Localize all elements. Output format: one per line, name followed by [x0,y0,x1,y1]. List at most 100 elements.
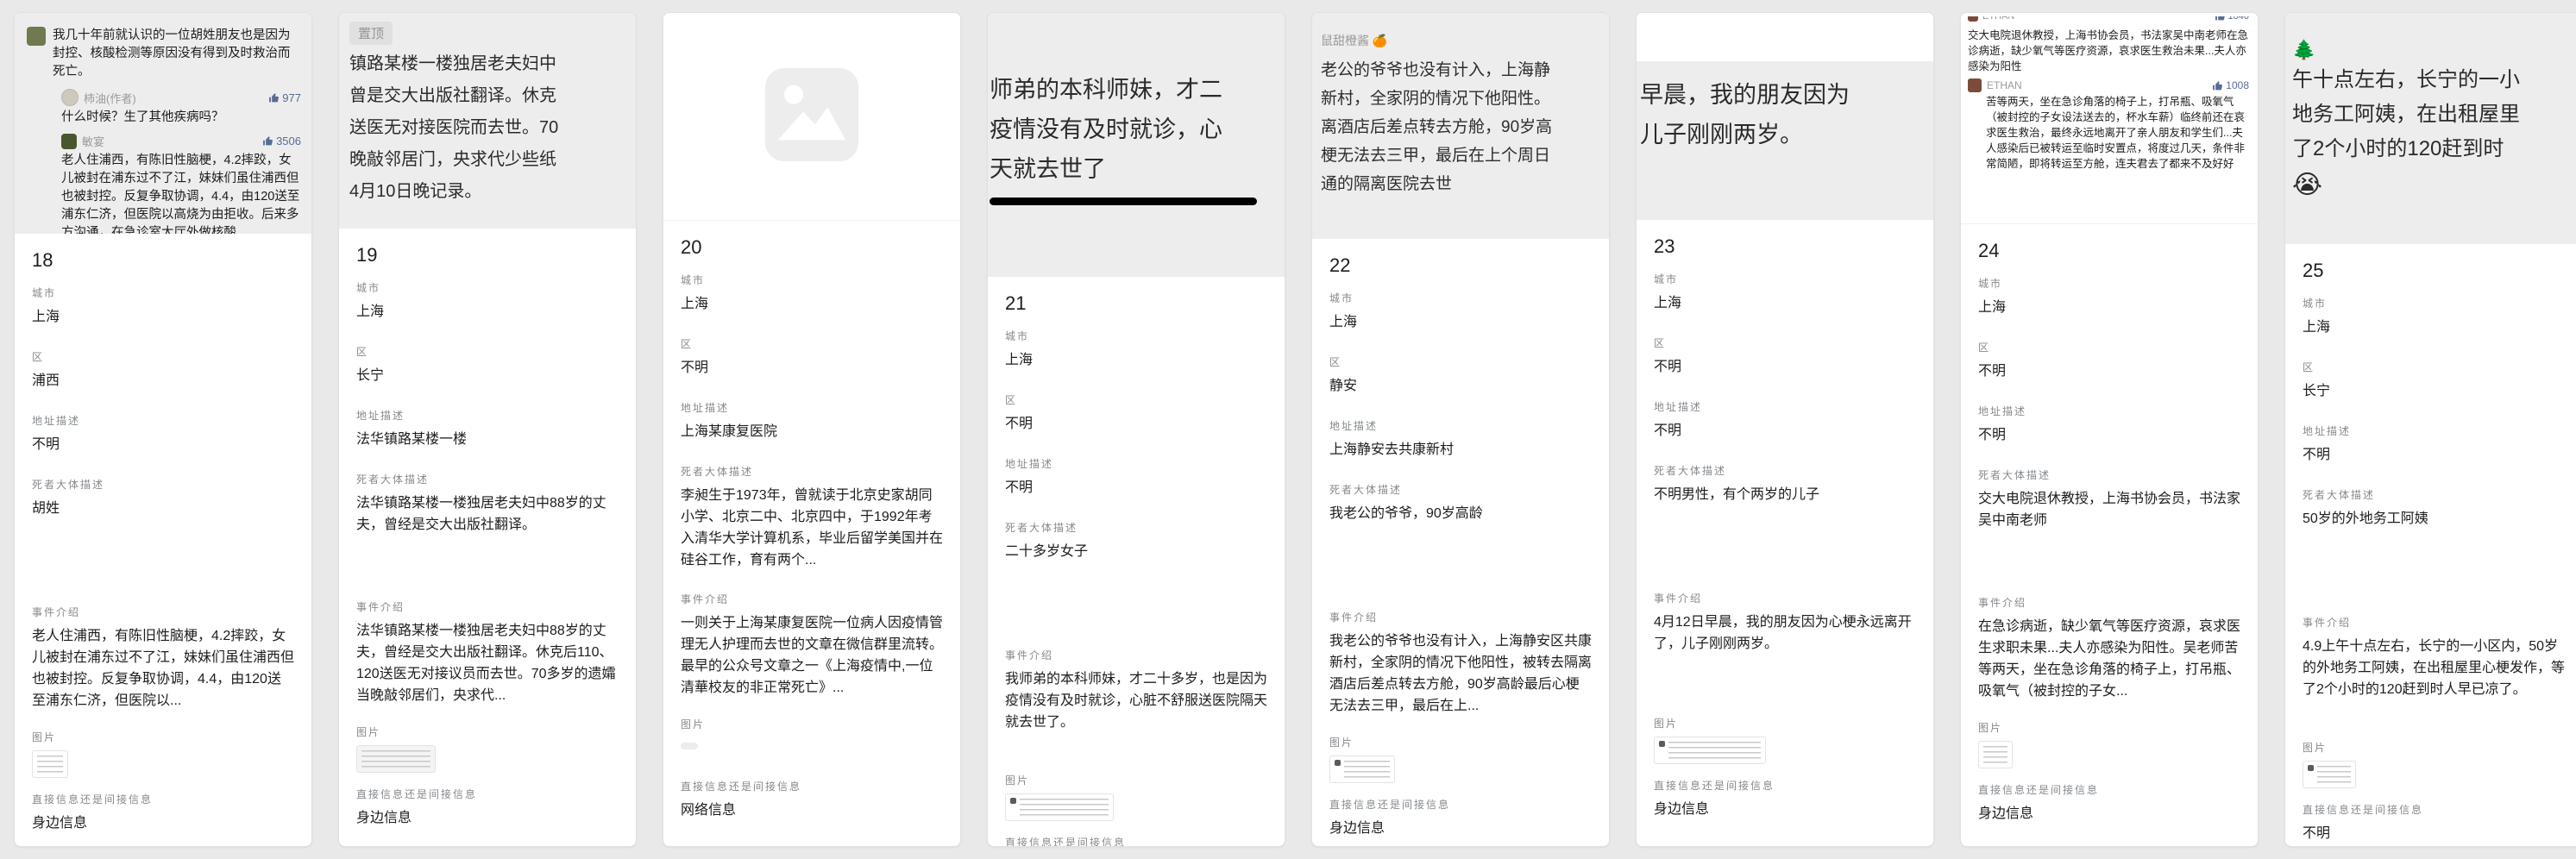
field-value-deceased: 胡姓 [32,498,294,519]
field-label-image: 图片 [1654,716,1916,730]
cover-top-row: ETHAN 1040 [1968,16,2249,22]
reply-author: ETHAN [1987,79,2207,91]
cover-white-band [1637,13,1933,61]
field-event: 事件介绍 法华镇路某楼一楼独居老夫妇中88岁的丈夫，曾经是交大出版社翻译。休克后… [356,599,619,716]
card-number: 20 [681,236,943,259]
attachment-area [1654,737,1916,764]
thumbnail-text-lines [2317,766,2351,784]
attachment-thumbnail[interactable] [2303,761,2356,788]
field-city: 城市 上海 [32,285,294,341]
field-value-district: 不明 [681,357,943,379]
cover-text-line: 曾是交大出版社翻译。休克 [349,80,636,112]
field-label-direct: 直接信息还是间接信息 [681,779,943,793]
field-value-district: 长宁 [2303,380,2565,402]
attachment-thumbnail[interactable] [356,745,436,773]
record-card[interactable]: 师弟的本科师妹，才二疫情没有及时就诊，心天就去世了 21 城市 上海 区 不明 … [987,12,1285,847]
field-label-district: 区 [356,344,619,359]
thumbs-up-icon [2215,16,2226,22]
field-value-direct: 身边信息 [1654,799,1916,820]
field-event: 事件介绍 一则关于上海某康复医院一位病人因疫情管理无人护理而去世的文章在微信群里… [681,592,943,708]
card-number: 22 [1329,254,1592,277]
cover-reply: 柿油(作者) 977什么时候？生了其他疾病吗？ [61,89,301,127]
card-content: 23 城市 上海 区 不明 地址描述 不明 死者大体描述 不明男性，有个两岁的儿… [1637,220,1933,829]
cover-text-line: 儿子刚刚两岁。 [1640,115,1933,154]
field-value-direct: 身边信息 [32,812,294,834]
attachment-area [1978,741,2240,768]
thumbnail-text-lines [361,750,430,768]
field-label-city: 城市 [2303,296,2565,310]
field-value-deceased: 交大电院退休教授，上海书协会员，书法家吴中南老师 [1978,488,2240,531]
field-address: 地址描述 上海某康复医院 [681,400,943,455]
field-deceased: 死者大体描述 胡姓 [32,477,294,596]
attachment-thumbnail[interactable] [1329,756,1395,783]
attachment-thumbnail[interactable] [1005,793,1114,821]
field-value-address: 不明 [2303,444,2565,466]
card-cover-image [663,13,960,221]
card-content: 19 城市 上海 区 长宁 地址描述 法华镇路某楼一楼 死者大体描述 法华镇路某… [339,229,636,837]
field-value-event: 4.9上午十点左右，长宁的一小区内，50岁的外地务工阿姨，在出租屋里心梗发作，等… [2303,636,2565,700]
field-value-address: 上海某康复医院 [681,421,943,442]
field-label-city: 城市 [1005,329,1267,343]
field-district: 区 长宁 [2303,360,2565,415]
record-card[interactable]: ETHAN 1040 交大电院退休教授，上海书协会员，书法家吴中南老师在急诊病逝，… [1960,12,2259,847]
like-count: 3506 [262,135,301,147]
field-deceased: 死者大体描述 我老公的爷爷，90岁高龄 [1329,482,1592,601]
field-label-address: 地址描述 [1329,418,1592,433]
record-card[interactable]: 鼠甜橙酱 🍊老公的爷爷也没有计入，上海静新村，全家阴的情况下他阳性。离酒店后差点… [1311,12,1610,847]
cover-text-line: 天就去世了 [990,149,1285,189]
cover-text-line: 4月10日晚记录。 [349,176,636,208]
field-value-deceased: 李昶生于1973年，曾就读于北京史家胡同小学、北京二中、北京四中，于1992年考… [681,485,943,571]
field-event: 事件介绍 4月12日早晨，我的朋友因为心梗永远离开了，儿子刚刚两岁。 [1654,591,1916,707]
field-value-city: 上海 [1978,297,2240,318]
gallery-board: 我几十年前就认识的一位胡姓朋友也是因为封控、核酸检测等原因没有得到及时救治而死亡… [0,0,2576,859]
field-value-event: 我师弟的本科师妹，才二十多岁，也是因为疫情没有及时就诊，心脏不舒服送医院隔天就去… [1005,668,1267,733]
cover-reply: ETHAN 1008苦等两天，坐在急诊角落的椅子上，打吊瓶、吸氧气（被封控的子女… [1968,78,2249,172]
record-card[interactable]: 置顶镇路某楼一楼独居老夫妇中曾是交大出版社翻译。休克送医无对接医院而去世。70晚… [338,12,637,847]
card-cover-image: 我几十年前就认识的一位胡姓朋友也是因为封控、核酸检测等原因没有得到及时救治而死亡… [15,13,311,234]
field-deceased: 死者大体描述 不明男性，有个两岁的儿子 [1654,463,1916,582]
cover-text-line: 午十点左右，长宁的一小 [2292,63,2576,97]
field-image: 图片 [1654,716,1916,769]
attachment-thumbnail[interactable] [1978,741,2013,768]
field-district: 区 不明 [1654,335,1916,391]
field-label-image: 图片 [32,730,294,744]
field-label-event: 事件介绍 [1329,610,1592,624]
field-value-direct: 网络信息 [681,799,943,821]
field-label-city: 城市 [1654,272,1916,286]
record-card[interactable]: 我几十年前就认识的一位胡姓朋友也是因为封控、核酸检测等原因没有得到及时救治而死亡… [14,12,312,847]
record-card[interactable]: 🌲午十点左右，长宁的一小地务工阿姨，在出租屋里了2个小时的120赶到时😭 25 … [2284,12,2576,847]
attachment-thumbnail[interactable] [1654,737,1766,764]
attachment-thumbnail[interactable] [32,750,68,778]
field-direct: 直接信息还是间接信息 身边信息 [1329,797,1592,839]
record-card[interactable]: 早晨，我的朋友因为儿子刚刚两岁。 23 城市 上海 区 不明 地址描述 不明 死… [1636,12,1934,847]
field-value-direct: 身边信息 [356,807,619,829]
field-value-event: 一则关于上海某康复医院一位病人因疫情管理无人护理而去世的文章在微信群里流转。最早… [681,612,943,699]
cover-text-line: 地务工阿姨，在出租屋里 [2292,97,2576,132]
field-image: 图片 [681,717,943,770]
like-count: 1008 [2212,79,2249,91]
field-address: 地址描述 不明 [32,413,294,468]
field-label-district: 区 [1005,392,1267,407]
field-value-deceased: 二十多岁女子 [1005,541,1267,562]
reply-header: 敏宴 3506 [61,133,301,149]
field-city: 城市 上海 [1978,276,2240,331]
card-cover-image: 师弟的本科师妹，才二疫情没有及时就诊，心天就去世了 [988,13,1285,277]
cover-text-line: 疫情没有及时就诊，心 [990,110,1285,149]
field-label-image: 图片 [356,724,619,739]
field-deceased: 死者大体描述 50岁的外地务工阿姨 [2303,487,2565,606]
card-cover-image: 早晨，我的朋友因为儿子刚刚两岁。 [1637,13,1933,220]
field-label-address: 地址描述 [32,413,294,428]
field-direct: 直接信息还是间接信息 身边信息 [32,792,294,834]
field-label-district: 区 [1978,340,2240,354]
field-address: 地址描述 上海静安去共康新村 [1329,418,1592,473]
card-number: 24 [1978,240,2240,262]
record-card[interactable]: 20 城市 上海 区 不明 地址描述 上海某康复医院 死者大体描述 李昶生于19… [663,12,961,847]
field-label-event: 事件介绍 [1654,591,1916,605]
field-label-event: 事件介绍 [356,599,619,614]
field-value-event: 在急诊病逝，缺少氧气等医疗资源，哀求医生求职未果...夫人亦感染为阳性。吴老师苦… [1978,616,2240,702]
field-label-event: 事件介绍 [1005,648,1267,662]
field-label-deceased: 死者大体描述 [32,477,294,492]
reply-avatar [61,134,77,149]
thumbnail-text-lines [1668,742,1761,760]
field-label-event: 事件介绍 [32,605,294,619]
